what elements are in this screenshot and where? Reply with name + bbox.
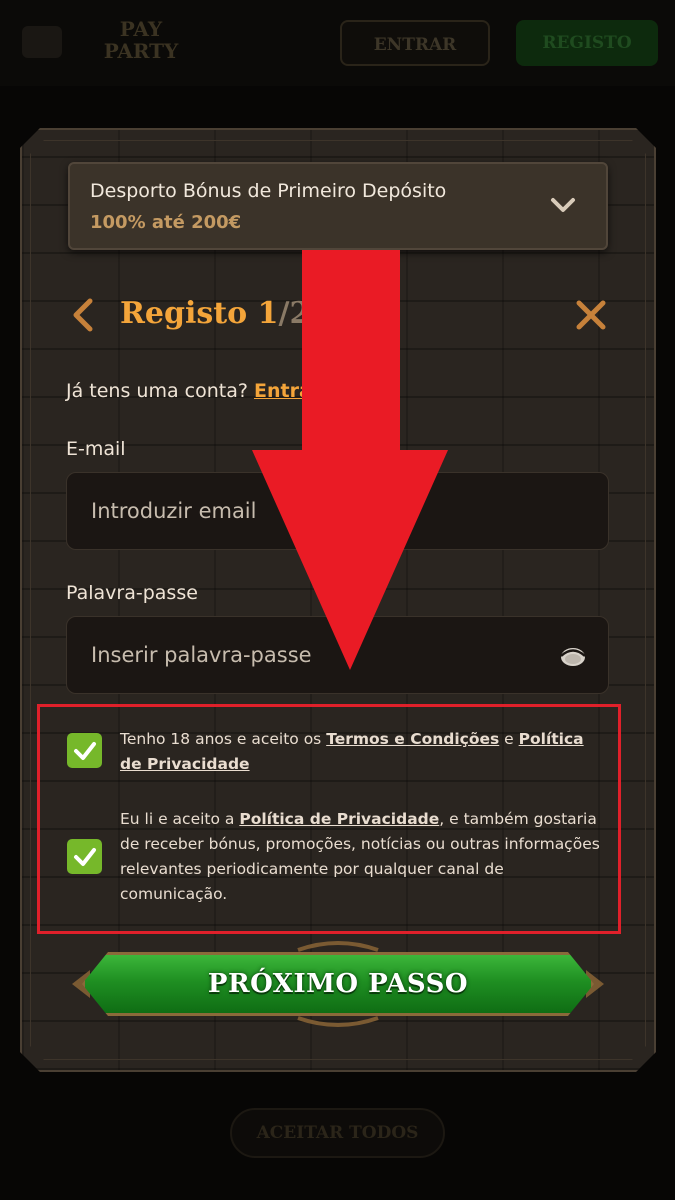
terms-link[interactable]: Termos e Condições bbox=[326, 730, 499, 748]
site-header: PAY PARTY ENTRAR REGISTO bbox=[0, 0, 675, 86]
site-logo: PAY PARTY bbox=[103, 17, 179, 63]
bonus-title: Desporto Bónus de Primeiro Depósito bbox=[90, 180, 447, 202]
age-text-before: Tenho 18 anos e aceito os bbox=[120, 730, 327, 748]
checkmark-icon bbox=[73, 847, 96, 866]
age-terms-text: Tenho 18 anos e aceito os Termos e Condi… bbox=[120, 727, 600, 777]
email-label: E-mail bbox=[66, 438, 126, 460]
next-step-button[interactable]: PRÓXIMO PASSO bbox=[82, 952, 594, 1016]
password-field[interactable] bbox=[67, 617, 608, 693]
have-account-text: Já tens uma conta? bbox=[66, 380, 248, 402]
email-field-wrapper bbox=[66, 472, 609, 550]
title-text: Registo bbox=[120, 296, 248, 331]
bonus-selector[interactable]: Desporto Bónus de Primeiro Depósito 100%… bbox=[68, 162, 608, 250]
checkmark-icon bbox=[73, 741, 96, 760]
step-total: /2 bbox=[278, 296, 311, 331]
marketing-privacy-link[interactable]: Política de Privacidade bbox=[239, 810, 439, 828]
menu-icon[interactable] bbox=[22, 26, 62, 58]
page-title: Registo 1/2 bbox=[120, 296, 310, 331]
age-terms-checkbox[interactable] bbox=[67, 733, 102, 768]
header-register-button[interactable]: REGISTO bbox=[516, 20, 658, 66]
back-arrow-icon[interactable] bbox=[68, 296, 98, 334]
header-login-button[interactable]: ENTRAR bbox=[340, 20, 490, 66]
close-icon[interactable] bbox=[574, 298, 608, 332]
chevron-down-icon bbox=[551, 198, 575, 212]
password-label: Palavra-passe bbox=[66, 582, 198, 604]
login-link[interactable]: Entrar bbox=[254, 380, 321, 402]
marketing-checkbox[interactable] bbox=[67, 839, 102, 874]
bonus-amount: 100% até 200€ bbox=[90, 212, 242, 233]
have-account-prompt: Já tens uma conta? Entrar bbox=[66, 380, 321, 402]
next-step-container: PRÓXIMO PASSO bbox=[68, 936, 608, 1032]
password-field-wrapper bbox=[66, 616, 609, 694]
email-field[interactable] bbox=[67, 473, 608, 549]
step-current: 1 bbox=[257, 296, 279, 331]
accept-all-cookies-button[interactable]: ACEITAR TODOS bbox=[230, 1108, 445, 1158]
marketing-text: Eu li e aceito a Política de Privacidade… bbox=[120, 807, 600, 907]
eye-icon[interactable] bbox=[560, 643, 586, 669]
marketing-text-before: Eu li e aceito a bbox=[120, 810, 240, 828]
age-text-mid: e bbox=[499, 730, 519, 748]
consent-section: Tenho 18 anos e aceito os Termos e Condi… bbox=[37, 704, 621, 934]
